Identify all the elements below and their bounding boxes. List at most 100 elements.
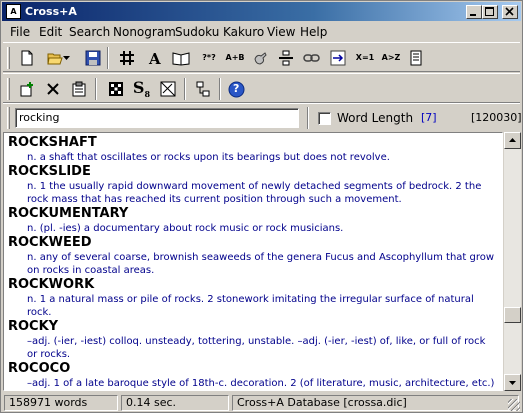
menu-kakuro[interactable]: Kakuro — [223, 25, 264, 39]
atoz-label: A>Z — [381, 53, 401, 62]
grid-icon — [119, 51, 134, 65]
entry[interactable]: ROCKSHAFT n. a shaft that oscillates or … — [4, 135, 502, 164]
search-input[interactable]: rocking — [15, 108, 299, 128]
maximize-button[interactable] — [482, 5, 498, 19]
open-book-icon — [172, 52, 189, 66]
nonogram-icon — [108, 82, 123, 96]
toolbar-grip[interactable] — [7, 47, 10, 69]
app-window: A Cross+A File Edit Search Nonogram Sudo… — [0, 0, 523, 413]
status-bar: 158971 words 0.14 sec. Cross+A Database … — [2, 393, 521, 412]
toolbar-separator — [184, 78, 186, 100]
dictionary-button[interactable] — [169, 47, 192, 69]
chain-link-icon — [302, 54, 320, 62]
scroll-down-arrow-icon — [509, 381, 516, 385]
word-length-checkbox[interactable] — [318, 112, 331, 125]
toolbar-separator — [95, 78, 97, 100]
word-length-label[interactable]: Word Length — [337, 110, 413, 126]
sudoku-button[interactable]: S8 — [130, 78, 153, 100]
entry-word: ROCKUMENTARY — [8, 206, 129, 221]
title-bar[interactable]: A Cross+A — [2, 2, 521, 21]
add-word-button[interactable] — [15, 78, 38, 100]
grid-button[interactable] — [115, 47, 138, 69]
menu-view[interactable]: View — [267, 25, 295, 39]
word-list-icon — [196, 81, 209, 97]
entry[interactable]: ROCKWEED n. any of several coarse, brown… — [4, 235, 502, 277]
entry-word: ROCKY — [8, 319, 59, 334]
vertical-scrollbar[interactable] — [504, 132, 521, 391]
menu-sudoku[interactable]: Sudoku — [175, 25, 219, 39]
insert-arrow-icon — [330, 50, 345, 66]
font-a-icon: A — [148, 50, 161, 66]
scroll-up-arrow-icon — [509, 138, 516, 142]
save-button[interactable] — [81, 47, 104, 69]
sort-az-button[interactable]: A>Z — [378, 47, 404, 69]
magic-button[interactable] — [248, 47, 271, 69]
svg-text:A: A — [148, 50, 161, 66]
close-button[interactable] — [502, 5, 518, 19]
entry-word: ROCKWEED — [8, 235, 92, 250]
entry[interactable]: ROCKWORK n. 1 a natural mass or pile of … — [4, 277, 502, 319]
resize-grip[interactable] — [508, 399, 520, 411]
minimize-icon — [470, 14, 476, 16]
entry-word: ROCKWORK — [8, 277, 95, 292]
sudoku-s-icon: S8 — [132, 77, 151, 100]
entry-word: ROCOCO — [8, 361, 71, 376]
entry[interactable]: ROCKY –adj. (-ier, -iest) colloq. unstea… — [4, 319, 502, 361]
entry-definition: n. a shaft that oscillates or rocks upon… — [27, 152, 390, 163]
menu-help[interactable]: Help — [300, 25, 327, 39]
font-button[interactable]: A — [143, 47, 166, 69]
nonogram-button[interactable] — [104, 78, 127, 100]
insert-button[interactable] — [326, 47, 349, 69]
main-toolbar: A ?*? A+B X=1 A>Z — [3, 42, 520, 72]
entry-definition: n. 1 the usually rapid downward movement… — [27, 181, 482, 205]
app-icon[interactable]: A — [6, 4, 21, 19]
definitions-pane[interactable]: ROCKSHAFT n. a shaft that oscillates or … — [3, 132, 503, 391]
minimize-button[interactable] — [466, 5, 482, 19]
help-label: ? — [233, 82, 240, 95]
toolbar-separator — [107, 47, 109, 69]
entry[interactable]: ROCKUMENTARY n. (pl. -ies) a documentary… — [4, 206, 502, 235]
open-dropdown-arrow[interactable] — [61, 47, 71, 69]
document-lines-icon — [410, 50, 421, 66]
properties-button[interactable] — [67, 78, 90, 100]
delete-x-icon — [46, 83, 59, 95]
toolbar-separator — [307, 107, 309, 129]
match-count: [7] — [421, 111, 437, 124]
menu-file[interactable]: File — [10, 25, 30, 39]
maximize-icon — [485, 7, 494, 16]
secondary-toolbar: S8 ? — [3, 73, 520, 103]
link-button[interactable] — [300, 47, 323, 69]
document-button[interactable] — [404, 47, 427, 69]
s-label: S — [132, 77, 145, 97]
scroll-down-button[interactable] — [504, 374, 521, 391]
scroll-up-button[interactable] — [504, 132, 521, 149]
wildcard-search-button[interactable]: ?*? — [196, 47, 222, 69]
wildcard-label: ?*? — [202, 53, 216, 62]
toolbar-grip[interactable] — [7, 107, 10, 129]
total-count: [120030] — [471, 111, 522, 124]
menu-search[interactable]: Search — [69, 25, 110, 39]
status-time: 0.14 sec. — [121, 395, 229, 411]
window-title: Cross+A — [25, 5, 77, 18]
menu-edit[interactable]: Edit — [39, 25, 62, 39]
kakuro-button[interactable] — [156, 78, 179, 100]
x1-label: X=1 — [355, 53, 375, 62]
save-disk-icon — [85, 50, 100, 66]
entry[interactable]: ROCOCO –adj. 1 of a late baroque style o… — [4, 361, 502, 390]
x-equals-1-button[interactable]: X=1 — [352, 47, 378, 69]
help-button[interactable]: ? — [225, 78, 248, 100]
menu-nonogram[interactable]: Nonogram — [113, 25, 176, 39]
entries-list: ROCKSHAFT n. a shaft that oscillates or … — [4, 135, 502, 390]
new-button[interactable] — [15, 47, 38, 69]
entry-definition: –adj. (-ier, -iest) colloq. unsteady, to… — [27, 336, 486, 360]
scroll-thumb[interactable] — [504, 307, 521, 323]
anagram-button[interactable]: A+B — [222, 47, 248, 69]
word-list-button[interactable] — [191, 78, 214, 100]
entry[interactable]: ROCKSLIDE n. 1 the usually rapid downwar… — [4, 164, 502, 206]
split-icon — [278, 50, 293, 66]
s-subscript: 8 — [144, 89, 151, 100]
toolbar-grip[interactable] — [7, 78, 10, 100]
split-button[interactable] — [274, 47, 297, 69]
hand-icon — [253, 52, 267, 65]
delete-button[interactable] — [41, 78, 64, 100]
